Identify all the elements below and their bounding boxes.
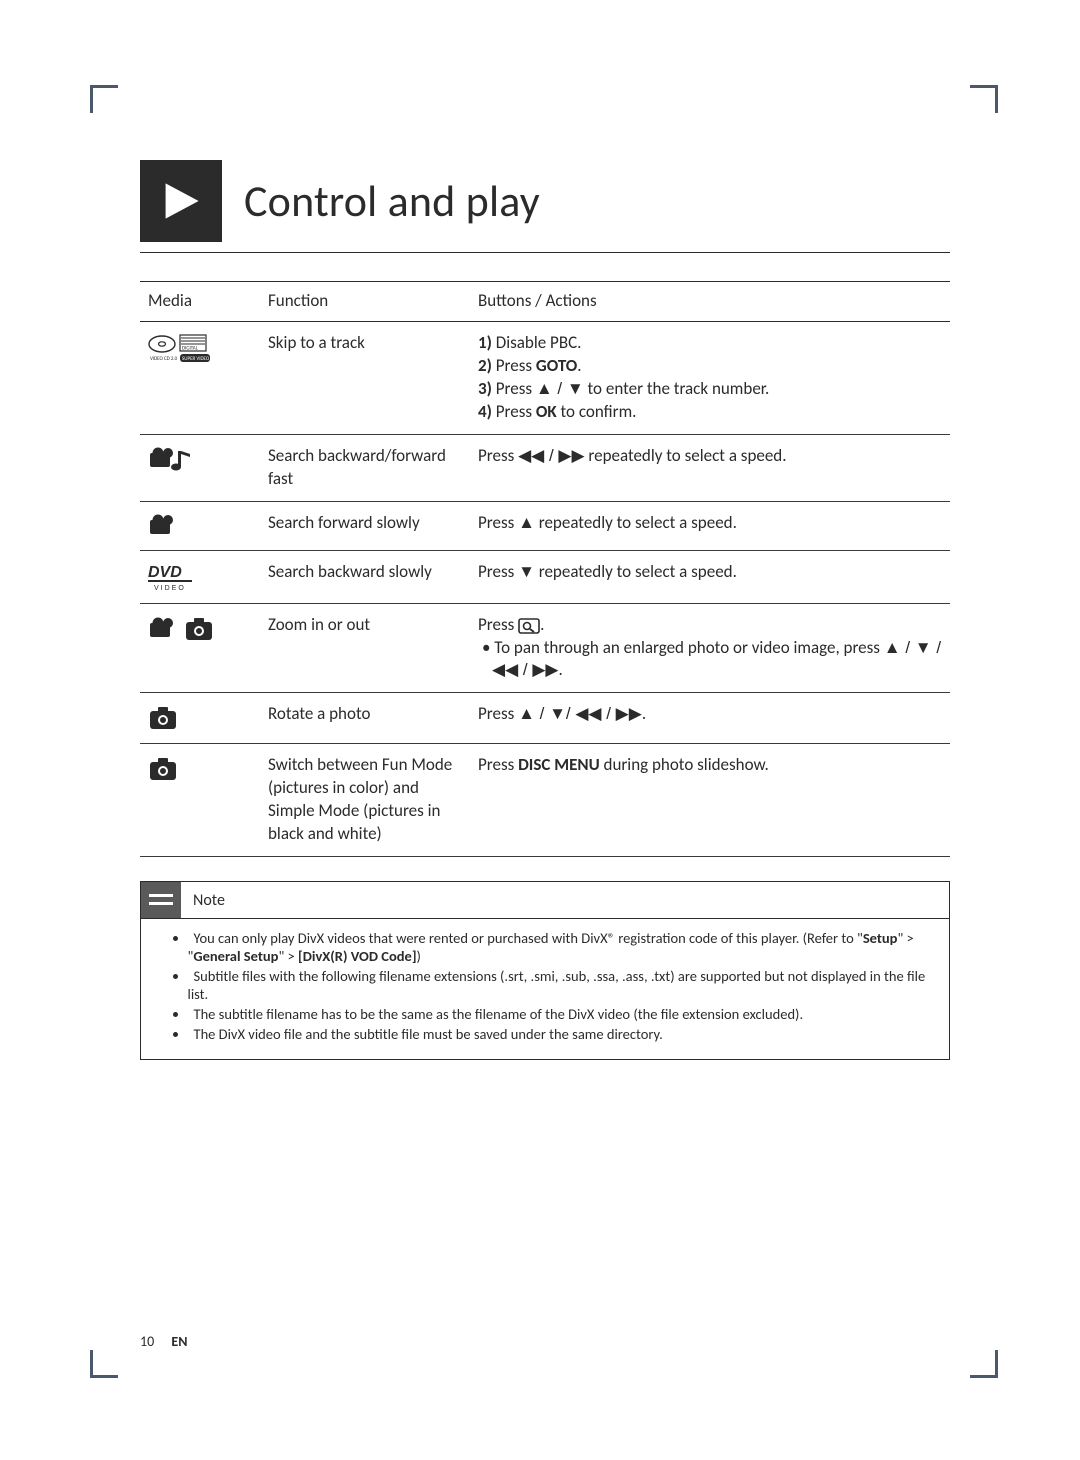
crop-mark-bl: [90, 1350, 118, 1378]
table-row: Rotate a photoPress ▲ / ▼/ ◀◀ / ▶▶.: [140, 693, 950, 744]
table-row: DVD VIDEO Search backward slowlyPress ▼ re…: [140, 550, 950, 603]
note-item: You can only play DivX videos that were …: [173, 929, 933, 965]
svg-text:VIDEO CD 2.0: VIDEO CD 2.0: [150, 356, 178, 362]
note-item: Subtitle files with the following filena…: [173, 967, 933, 1003]
note-item: The subtitle filename has to be the same…: [173, 1005, 933, 1023]
col-media: Media: [140, 282, 260, 322]
page-footer: 10 EN: [140, 1333, 187, 1350]
svg-text:SUPER VIDEO: SUPER VIDEO: [182, 356, 210, 362]
svg-text:VIDEO: VIDEO: [154, 585, 186, 592]
action-cell: Press DISC MENU during photo slideshow.: [470, 744, 950, 857]
table-row: Search backward/forward fastPress ◀◀ / ▶…: [140, 434, 950, 501]
crop-mark-tl: [90, 85, 118, 113]
action-cell: Press ▼ repeatedly to select a speed.: [470, 550, 950, 603]
function-cell: Skip to a track: [260, 321, 470, 434]
function-cell: Rotate a photo: [260, 693, 470, 744]
table-row: Zoom in or outPress .• To pan through an…: [140, 603, 950, 693]
note-icon: [141, 882, 181, 918]
page-title: Control and play: [244, 174, 540, 228]
action-cell: Press ▲ repeatedly to select a speed.: [470, 501, 950, 550]
media-icon-cell: [140, 603, 260, 693]
action-cell: Press ◀◀ / ▶▶ repeatedly to select a spe…: [470, 434, 950, 501]
function-cell: Search backward/forward fast: [260, 434, 470, 501]
media-icon-cell: [140, 744, 260, 857]
col-actions: Buttons / Actions: [470, 282, 950, 322]
function-cell: Zoom in or out: [260, 603, 470, 693]
table-row: Search forward slowlyPress ▲ repeatedly …: [140, 501, 950, 550]
svg-text:DIGITAL: DIGITAL: [182, 345, 199, 351]
play-icon: [140, 160, 222, 242]
function-cell: Search forward slowly: [260, 501, 470, 550]
note-body: You can only play DivX videos that were …: [141, 918, 949, 1059]
svg-text:DVD: DVD: [148, 564, 182, 581]
media-icon-cell: [140, 434, 260, 501]
page-content: Control and play Media Function Buttons …: [0, 0, 1080, 1060]
action-cell: 1) Disable PBC.2) Press GOTO.3) Press ▲ …: [470, 321, 950, 434]
page-number: 10: [140, 1333, 154, 1350]
note-box: Note You can only play DivX videos that …: [140, 881, 950, 1060]
media-icon-cell: [140, 693, 260, 744]
note-title: Note: [193, 891, 225, 910]
controls-table: Media Function Buttons / Actions VIDEO C…: [140, 281, 950, 857]
action-cell: Press .• To pan through an enlarged phot…: [470, 603, 950, 693]
note-header: Note: [141, 882, 949, 918]
action-cell: Press ▲ / ▼/ ◀◀ / ▶▶.: [470, 693, 950, 744]
function-cell: Switch between Fun Mode (pictures in col…: [260, 744, 470, 857]
function-cell: Search backward slowly: [260, 550, 470, 603]
note-item: The DivX video file and the subtitle fil…: [173, 1025, 933, 1043]
media-icon-cell: VIDEO CD 2.0 DIGITAL SUPER VIDEO: [140, 321, 260, 434]
media-icon-cell: [140, 501, 260, 550]
table-row: VIDEO CD 2.0 DIGITAL SUPER VIDEO Skip to a …: [140, 321, 950, 434]
language-code: EN: [171, 1333, 187, 1350]
crop-mark-tr: [970, 85, 998, 113]
crop-mark-br: [970, 1350, 998, 1378]
section-header: Control and play: [140, 160, 950, 253]
media-icon-cell: DVD VIDEO: [140, 550, 260, 603]
table-row: Switch between Fun Mode (pictures in col…: [140, 744, 950, 857]
col-function: Function: [260, 282, 470, 322]
